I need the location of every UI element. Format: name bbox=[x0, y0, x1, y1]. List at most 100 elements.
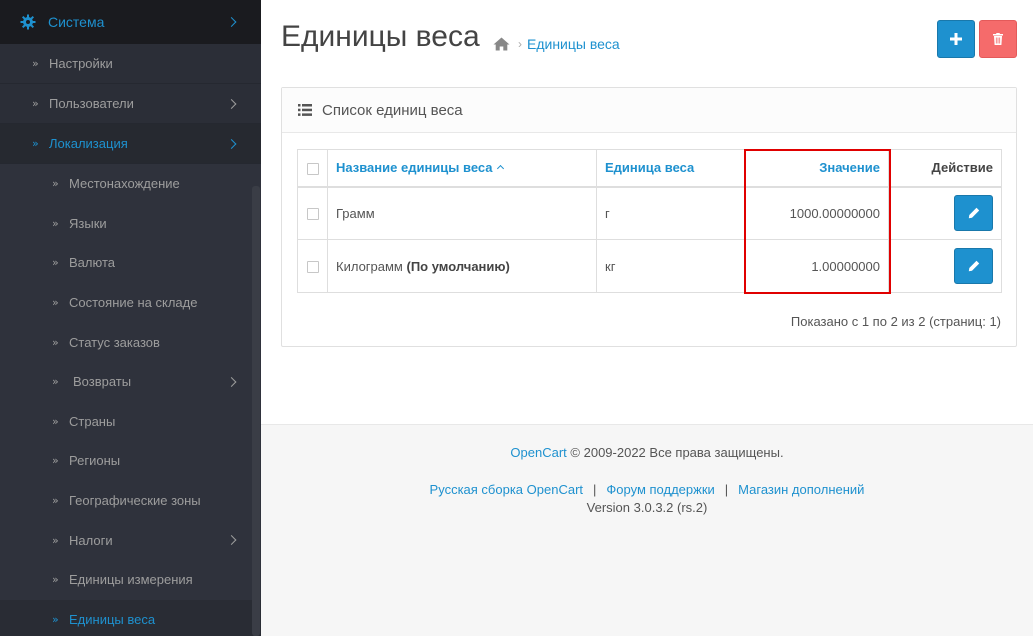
sidebar-item-label: Налоги bbox=[69, 532, 113, 548]
list-icon bbox=[298, 104, 312, 116]
sidebar-item-label: Местонахождение bbox=[69, 176, 180, 192]
sidebar-localisation-submenu: » Местонахождение » Языки » Валюта » Состоян… bbox=[0, 164, 261, 636]
chevron-right-icon bbox=[226, 98, 237, 109]
sort-by-value-link[interactable]: Значение bbox=[819, 160, 880, 175]
panel-title: Список единиц веса bbox=[322, 101, 463, 119]
trash-icon bbox=[993, 33, 1003, 45]
footer-version: Version 3.0.3.2 (rs.2) bbox=[586, 500, 708, 515]
sidebar-item-label: Пользователи bbox=[49, 96, 134, 111]
addons-store-link[interactable]: Магазин дополнений bbox=[738, 482, 864, 497]
chevron-right-icon bbox=[226, 535, 237, 546]
sidebar-item-label: Возвраты bbox=[73, 374, 132, 390]
double-chevron-icon: » bbox=[52, 296, 59, 310]
sidebar-item-settings[interactable]: » Настройки bbox=[0, 44, 261, 84]
link-separator: | bbox=[593, 482, 597, 497]
sidebar-item-weight-classes[interactable]: » Единицы веса bbox=[0, 599, 261, 636]
sidebar-submenu: » Настройки » Пользователи » Локализация bbox=[0, 44, 261, 164]
footer-copyright: OpenCart © 2009-2022 Все права защищены. bbox=[261, 445, 1033, 460]
row-name-text: Килограмм bbox=[336, 258, 403, 274]
double-chevron-icon: » bbox=[52, 414, 59, 428]
cell-value: 1.00000000 bbox=[744, 239, 889, 293]
breadcrumb-separator: › bbox=[518, 37, 522, 51]
link-separator: | bbox=[724, 482, 729, 497]
sidebar-item-label: Локализация bbox=[49, 136, 128, 151]
edit-button[interactable] bbox=[954, 248, 993, 284]
sidebar-item-languages[interactable]: » Языки bbox=[0, 204, 261, 244]
pencil-icon bbox=[968, 260, 979, 272]
row-select-cell bbox=[297, 239, 328, 293]
delete-button[interactable] bbox=[979, 20, 1017, 58]
double-chevron-icon: » bbox=[52, 216, 59, 230]
pagination-summary: Показано с 1 по 2 из 2 (страниц: 1) bbox=[790, 314, 1001, 329]
column-header-name[interactable]: Название единицы веса bbox=[327, 149, 597, 188]
double-chevron-icon: » bbox=[52, 573, 59, 587]
plus-icon bbox=[950, 33, 962, 45]
column-header-unit[interactable]: Единица веса bbox=[596, 149, 745, 188]
pencil-icon bbox=[968, 208, 979, 219]
sidebar-item-label: Языки bbox=[69, 215, 107, 231]
sidebar-item-label: Единицы веса bbox=[69, 611, 156, 627]
sidebar-item-label: Единицы измерения bbox=[69, 572, 193, 588]
cell-unit: г bbox=[596, 186, 745, 240]
opencart-link[interactable]: OpenCart bbox=[510, 445, 566, 460]
page-title: Единицы веса bbox=[281, 20, 480, 53]
add-button[interactable] bbox=[937, 20, 975, 58]
row-name-text: Грамм bbox=[336, 205, 375, 221]
sidebar-item-users[interactable]: » Пользователи bbox=[0, 84, 261, 124]
double-chevron-icon: » bbox=[52, 454, 59, 468]
sidebar-item-label: Страны bbox=[69, 413, 116, 429]
sidebar-item-geo-zones[interactable]: » Географические зоны bbox=[0, 481, 261, 521]
sidebar-item-label: Регионы bbox=[69, 453, 121, 469]
double-chevron-icon: » bbox=[52, 375, 59, 389]
sidebar-item-zones[interactable]: » Регионы bbox=[0, 441, 261, 481]
column-header-value[interactable]: Значение bbox=[744, 149, 889, 188]
sidebar-item-stock-status[interactable]: » Состояние на складе bbox=[0, 283, 261, 323]
sidebar-item-order-status[interactable]: » Статус заказов bbox=[0, 322, 261, 362]
panel-heading: Список единиц веса bbox=[282, 88, 1016, 133]
sidebar-item-countries[interactable]: » Страны bbox=[0, 402, 261, 442]
sort-by-name-link[interactable]: Название единицы веса bbox=[336, 160, 493, 175]
double-chevron-icon: » bbox=[32, 57, 39, 70]
sidebar-scrollbar[interactable] bbox=[252, 186, 260, 636]
sidebar-item-system[interactable]: Система bbox=[0, 0, 261, 44]
home-icon[interactable] bbox=[493, 37, 510, 51]
table-row: Грамм г 1000.00000000 bbox=[297, 186, 1002, 240]
support-forum-link[interactable]: Форум поддержки bbox=[606, 482, 714, 497]
chevron-right-icon bbox=[226, 17, 237, 27]
sidebar-item-label: Статус заказов bbox=[69, 334, 160, 350]
sidebar-item-currency[interactable]: » Валюта bbox=[0, 243, 261, 283]
cell-name: Грамм bbox=[327, 186, 597, 240]
double-chevron-icon: » bbox=[32, 97, 39, 110]
sidebar-item-label: Настройки bbox=[49, 56, 113, 71]
row-checkbox[interactable] bbox=[306, 261, 319, 274]
sidebar-item-location[interactable]: » Местонахождение bbox=[0, 164, 261, 204]
gear-icon bbox=[20, 14, 36, 30]
sidebar-item-localisation[interactable]: » Локализация bbox=[0, 124, 261, 164]
sidebar-item-returns[interactable]: » Возвраты bbox=[0, 362, 261, 402]
breadcrumb-link-weight-classes[interactable]: Единицы веса bbox=[527, 36, 620, 52]
cell-unit: кг bbox=[596, 239, 745, 293]
weight-class-list-panel: Список единиц веса Название единицы веса… bbox=[281, 87, 1017, 347]
russian-build-link[interactable]: Русская сборка OpenCart bbox=[430, 482, 583, 497]
column-header-action: Действие bbox=[888, 149, 1002, 188]
double-chevron-icon: » bbox=[52, 612, 59, 626]
sidebar-item-length-classes[interactable]: » Единицы измерения bbox=[0, 560, 261, 600]
row-checkbox[interactable] bbox=[306, 208, 319, 221]
table-row: Килограмм (По умолчанию) кг 1.00000000 bbox=[297, 239, 1002, 293]
sidebar-item-label: Система bbox=[48, 14, 105, 30]
cell-action bbox=[888, 186, 1002, 240]
table-header-row: Название единицы веса Единица веса Значе… bbox=[297, 149, 1002, 188]
copyright-text: © 2009-2022 Все права защищены. bbox=[570, 445, 784, 460]
sort-by-unit-link[interactable]: Единица веса bbox=[605, 160, 694, 175]
sidebar-item-label: Состояние на складе bbox=[69, 295, 198, 311]
breadcrumb: › Единицы веса bbox=[493, 36, 620, 52]
select-all-cell bbox=[297, 149, 328, 188]
edit-button[interactable] bbox=[954, 195, 993, 232]
row-select-cell bbox=[297, 186, 328, 240]
select-all-checkbox[interactable] bbox=[306, 162, 319, 175]
footer-links: Русская сборка OpenCart | Форум поддержки |… bbox=[261, 482, 1033, 497]
sidebar-item-taxes[interactable]: » Налоги bbox=[0, 520, 261, 560]
double-chevron-icon: » bbox=[52, 533, 59, 547]
sort-asc-icon bbox=[496, 165, 504, 173]
main-content: Единицы веса › Единицы веса Список едини… bbox=[261, 0, 1033, 636]
